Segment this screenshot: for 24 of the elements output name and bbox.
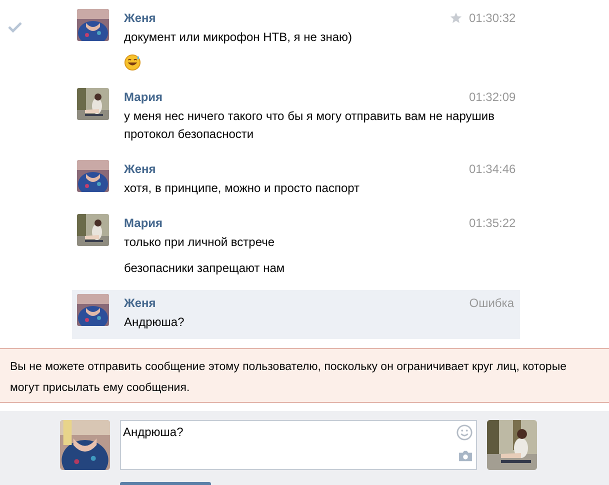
message-text: только при личной встрече xyxy=(124,234,276,251)
camera-icon[interactable] xyxy=(458,450,473,462)
message-text: хотя, в принципе, можно и просто паспорт xyxy=(124,180,361,197)
message-text: у меня нес ничего такого что бы я могу отправить вам не нарушив протокол безопасности xyxy=(124,108,496,143)
message-input[interactable]: Андрюша? xyxy=(120,420,477,470)
smiley-icon[interactable] xyxy=(456,424,473,441)
message-time: 01:34:46 xyxy=(469,162,514,176)
error-label: Ошибка xyxy=(469,296,514,310)
author-name[interactable]: Мария xyxy=(124,90,163,104)
author-name[interactable]: Мария xyxy=(124,216,163,230)
message-text: Андрюша? xyxy=(124,314,186,331)
check-icon[interactable] xyxy=(8,21,22,33)
author-name[interactable]: Женя xyxy=(124,10,156,24)
author-name[interactable]: Женя xyxy=(124,296,156,310)
message-time: 01:35:22 xyxy=(469,216,514,230)
message-text: документ или микрофон НТВ, я не знаю) xyxy=(124,29,354,46)
message-time: 01:30:32 xyxy=(469,10,514,24)
author-name[interactable]: Женя xyxy=(124,162,156,176)
error-notice: Вы не можете отправить сообщение этому пользователю, поскольку он ограничивает круг лиц, которые могут присылать ему сообщения. xyxy=(0,348,609,403)
message-time: 01:32:09 xyxy=(469,90,514,104)
smiley-icon xyxy=(124,54,141,71)
partial-button[interactable] xyxy=(120,482,211,485)
star-icon[interactable] xyxy=(450,12,462,24)
message-text: безопасники запрещают нам xyxy=(124,260,286,277)
